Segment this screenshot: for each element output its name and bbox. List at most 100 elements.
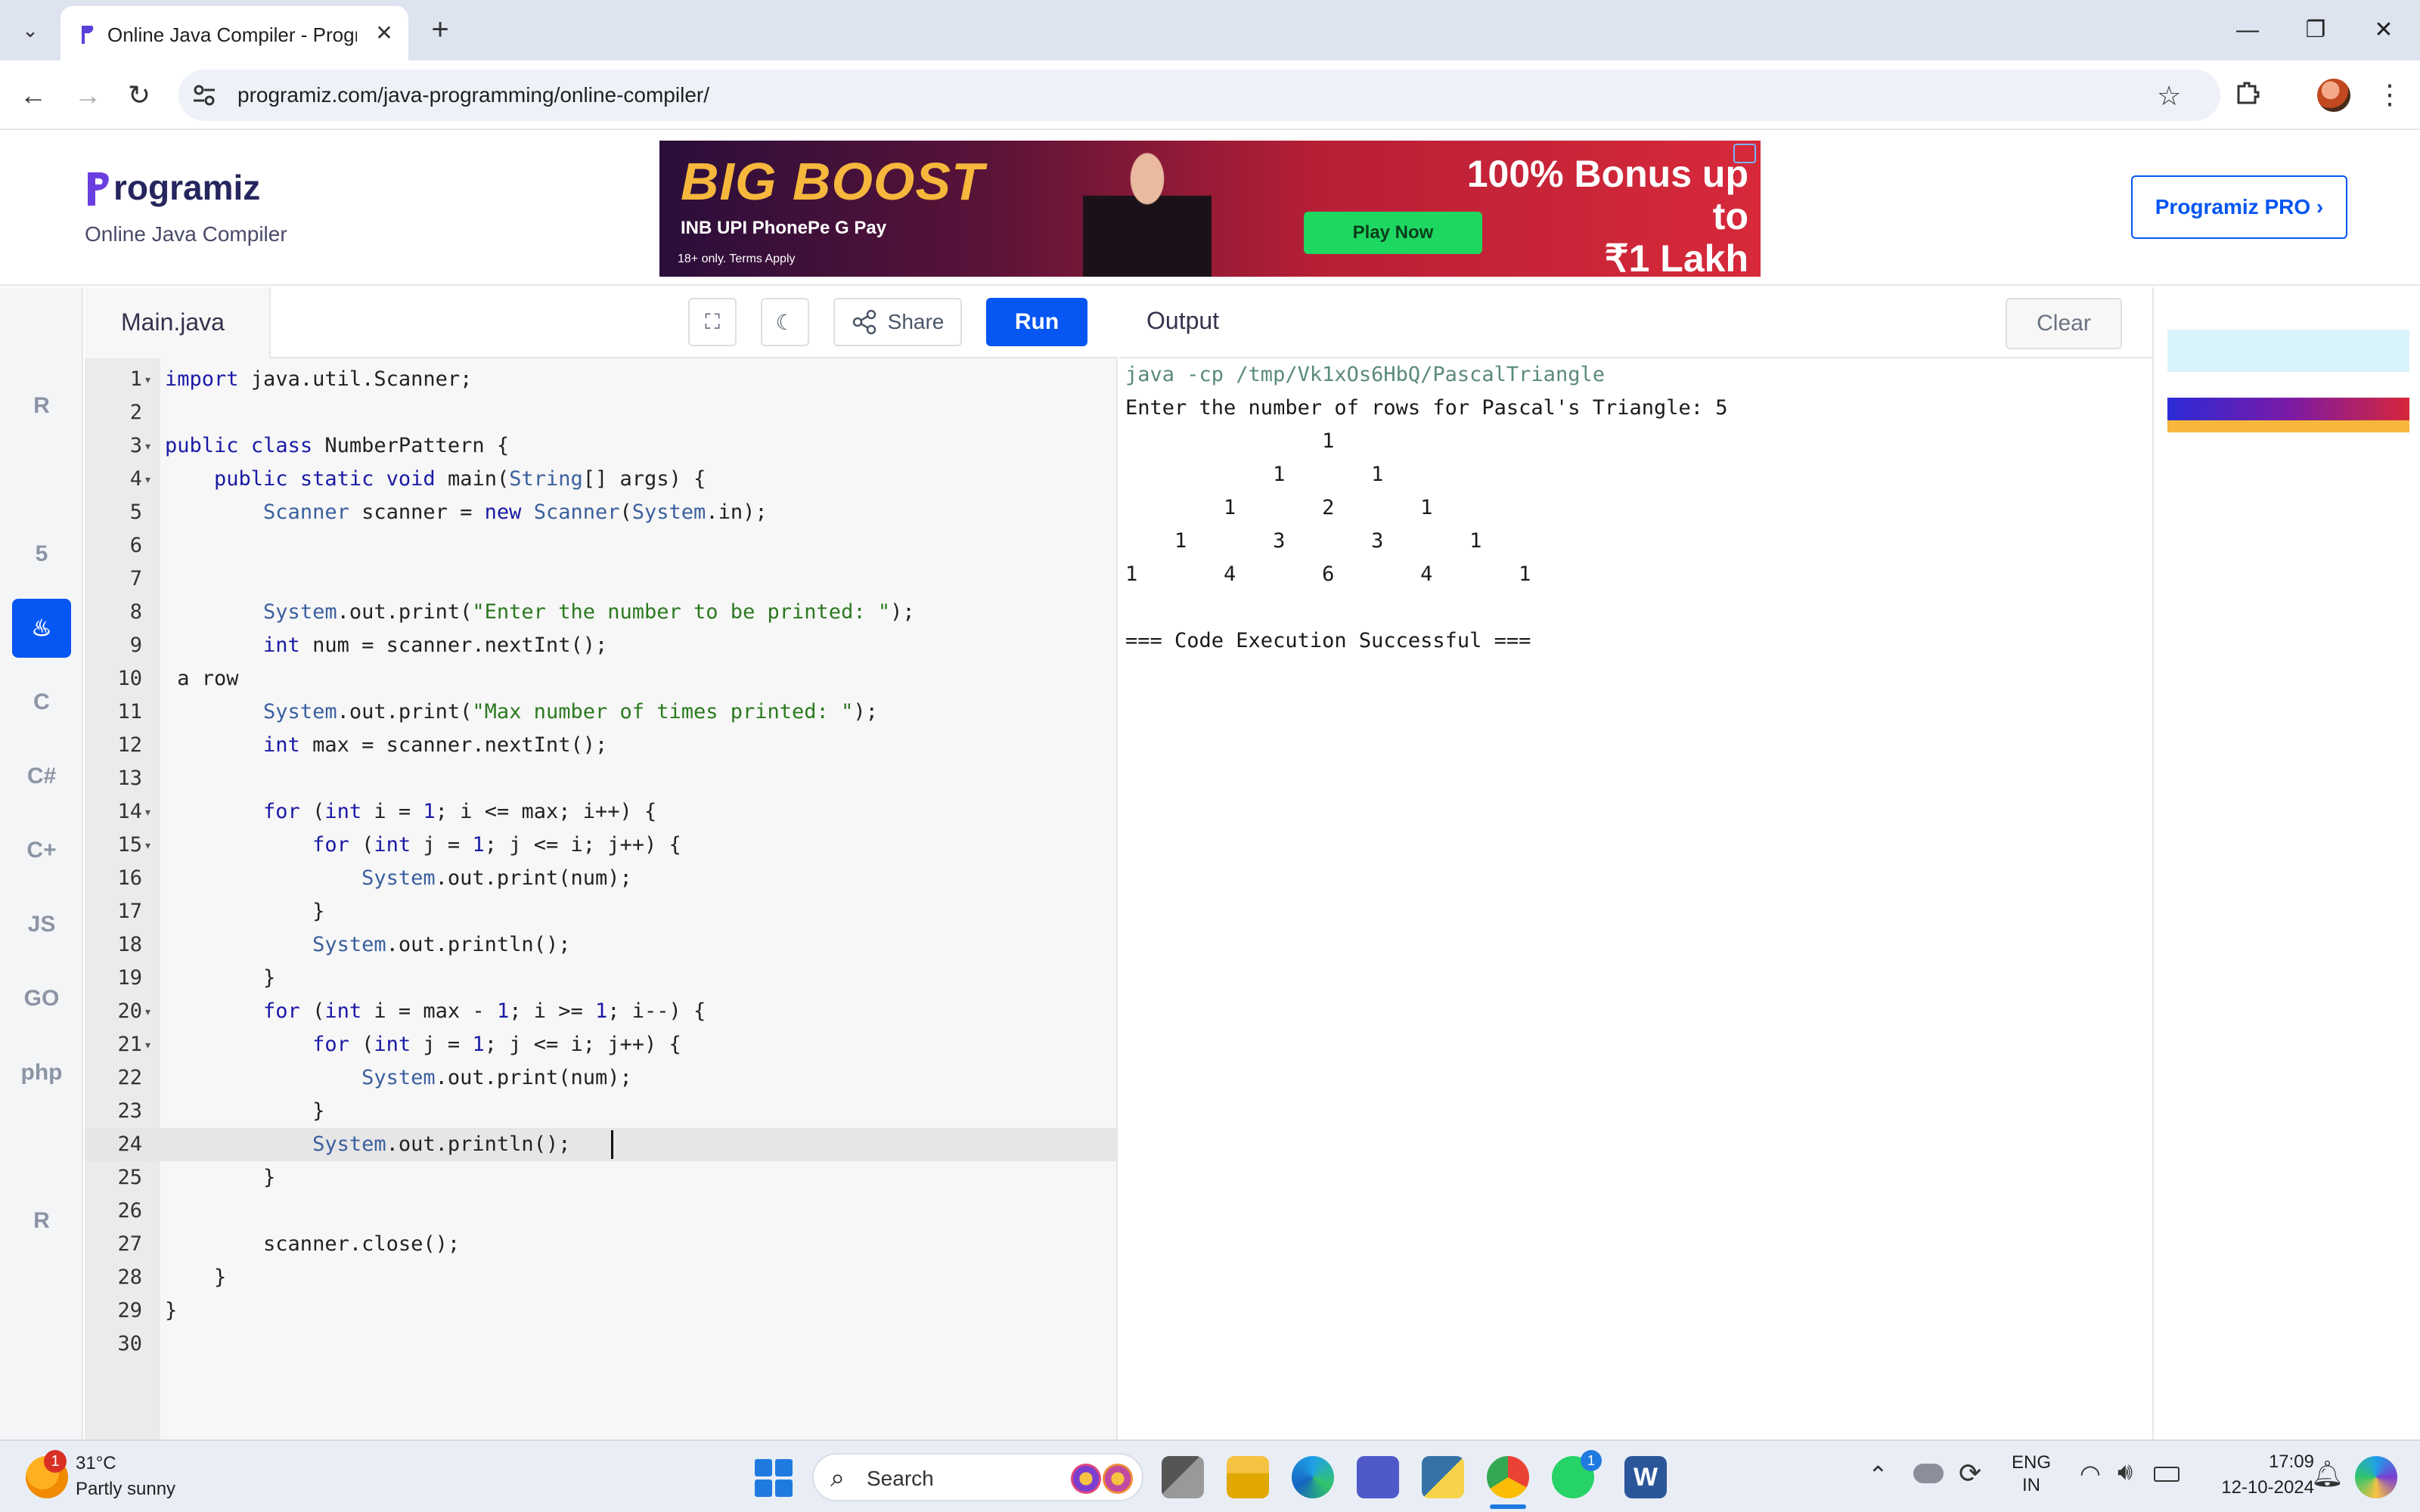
- input-language[interactable]: ENG IN: [2012, 1452, 2051, 1497]
- line-number: 21: [117, 1033, 142, 1056]
- search-highlight-icon: [1103, 1464, 1133, 1494]
- language-c-icon[interactable]: C: [12, 673, 71, 732]
- edge-browser-icon[interactable]: [1292, 1456, 1334, 1498]
- code-line[interactable]: System.out.print("Enter the number to be…: [165, 596, 915, 629]
- code-line[interactable]: for (int j = 1; j <= i; j++) {: [165, 1028, 681, 1061]
- code-line[interactable]: public class NumberPattern {: [165, 429, 509, 463]
- code-line[interactable]: int num = scanner.nextInt();: [165, 629, 607, 662]
- programiz-pro-button[interactable]: Programiz PRO ›: [2131, 175, 2347, 239]
- notification-bell-icon[interactable]: 🔔︎: [2311, 1459, 2344, 1489]
- dark-mode-moon-icon[interactable]: ☾: [761, 298, 809, 346]
- code-line[interactable]: a row: [165, 662, 238, 696]
- fold-arrow-icon[interactable]: ▾: [145, 995, 150, 1028]
- code-line[interactable]: System.out.print(num);: [165, 1061, 632, 1095]
- clear-button[interactable]: Clear: [2006, 298, 2122, 349]
- code-line[interactable]: }: [165, 1161, 275, 1194]
- language-swift-icon[interactable]: [12, 1117, 71, 1176]
- windows-start-icon[interactable]: [755, 1459, 793, 1497]
- site-info-icon[interactable]: [191, 82, 218, 109]
- fold-arrow-icon[interactable]: ▾: [145, 795, 150, 829]
- minimize-button[interactable]: —: [2225, 12, 2270, 48]
- language-sql-icon[interactable]: [12, 451, 71, 510]
- extensions-puzzle-icon[interactable]: [2232, 79, 2263, 109]
- teams-icon[interactable]: [1357, 1456, 1399, 1498]
- code-line[interactable]: System.out.print(num);: [165, 862, 632, 895]
- code-line[interactable]: public static void main(String[] args) {: [165, 463, 706, 496]
- chrome-icon[interactable]: [1487, 1456, 1529, 1498]
- fold-arrow-icon[interactable]: ▾: [145, 829, 150, 862]
- line-number: 5: [129, 500, 142, 524]
- bookmark-star-icon[interactable]: ☆: [2157, 80, 2181, 112]
- back-arrow-icon[interactable]: ←: [15, 77, 51, 113]
- language-r-icon[interactable]: R: [12, 376, 71, 435]
- browser-menu-icon[interactable]: ⋮: [2376, 77, 2403, 113]
- clock-time[interactable]: 17:09: [2201, 1452, 2314, 1473]
- tab-search-button[interactable]: ⌄: [14, 11, 47, 50]
- code-line[interactable]: for (int i = max - 1; i >= 1; i--) {: [165, 995, 706, 1028]
- fold-arrow-icon[interactable]: ▾: [145, 463, 150, 496]
- language-python-icon[interactable]: [12, 302, 71, 361]
- code-line[interactable]: }: [165, 1095, 324, 1128]
- programiz-logo[interactable]: rogramiz: [113, 166, 260, 209]
- programiz-logo-icon[interactable]: [85, 168, 113, 210]
- file-explorer-icon[interactable]: [1227, 1456, 1269, 1498]
- volume-icon[interactable]: 🔊︎: [2118, 1458, 2133, 1486]
- fold-arrow-icon[interactable]: ▾: [145, 363, 150, 396]
- code-line[interactable]: System.out.println();: [165, 1128, 570, 1161]
- close-window-button[interactable]: ✕: [2361, 12, 2406, 48]
- new-tab-button[interactable]: +: [424, 14, 457, 47]
- fullscreen-icon[interactable]: ⛶: [688, 298, 737, 346]
- ad-choices-icon[interactable]: [1733, 144, 1756, 163]
- tray-chevron-up-icon[interactable]: ⌃: [1868, 1461, 1888, 1489]
- language-javascript-icon[interactable]: JS: [12, 895, 71, 954]
- language-go-icon[interactable]: GO: [12, 969, 71, 1028]
- forward-arrow-icon[interactable]: →: [70, 77, 106, 113]
- language-html5-icon[interactable]: 5: [12, 525, 71, 584]
- reload-icon[interactable]: ↻: [121, 77, 157, 113]
- code-line[interactable]: for (int j = 1; j <= i; j++) {: [165, 829, 681, 862]
- share-button[interactable]: Share: [833, 298, 962, 346]
- code-line[interactable]: }: [165, 1261, 226, 1294]
- weather-temperature[interactable]: 31°C: [76, 1453, 116, 1474]
- code-line[interactable]: System.out.print("Max number of times pr…: [165, 696, 878, 729]
- code-line[interactable]: for (int i = 1; i <= max; i++) {: [165, 795, 656, 829]
- clock-date[interactable]: 12-10-2024: [2201, 1477, 2314, 1498]
- output-console[interactable]: java -cp /tmp/Vk1xOs6HbQ/PascalTriangle …: [1119, 358, 2154, 1439]
- task-view-icon[interactable]: [1162, 1456, 1204, 1498]
- code-line[interactable]: import java.util.Scanner;: [165, 363, 472, 396]
- profile-avatar[interactable]: [2317, 79, 2350, 112]
- code-line[interactable]: }: [165, 1294, 177, 1328]
- restore-button[interactable]: ❐: [2293, 12, 2338, 48]
- language-rust-icon[interactable]: R: [12, 1191, 71, 1250]
- fold-arrow-icon[interactable]: ▾: [145, 1028, 150, 1061]
- code-line[interactable]: }: [165, 962, 275, 995]
- battery-icon[interactable]: [2154, 1467, 2180, 1482]
- language-php-icon[interactable]: php: [12, 1043, 71, 1102]
- tab-close-icon[interactable]: ✕: [371, 20, 398, 47]
- code-line[interactable]: scanner.close();: [165, 1228, 460, 1261]
- weather-description[interactable]: Partly sunny: [76, 1479, 175, 1500]
- side-ad[interactable]: [2167, 299, 2409, 435]
- fold-arrow-icon[interactable]: ▾: [145, 429, 150, 463]
- onedrive-cloud-icon[interactable]: [1913, 1464, 1944, 1483]
- language-java-icon[interactable]: ♨: [12, 599, 71, 658]
- output-title: Output: [1146, 307, 1220, 334]
- language-csharp-icon[interactable]: C#: [12, 747, 71, 806]
- ad-banner[interactable]: BIG BOOST INB UPI PhonePe G Pay 18+ only…: [659, 141, 1761, 277]
- taskbar-search[interactable]: ⌕ Search: [812, 1453, 1143, 1501]
- wifi-icon[interactable]: ◠: [2080, 1459, 2101, 1488]
- python-icon[interactable]: [1422, 1456, 1464, 1498]
- code-line[interactable]: System.out.println();: [165, 928, 570, 962]
- browser-tab[interactable]: Online Java Compiler - Program ✕: [60, 6, 408, 60]
- language-cpp-icon[interactable]: C+: [12, 821, 71, 880]
- copilot-icon[interactable]: [2355, 1456, 2397, 1498]
- sync-icon[interactable]: ⟳: [1959, 1458, 1981, 1489]
- file-tab[interactable]: Main.java: [85, 287, 271, 358]
- code-line[interactable]: Scanner scanner = new Scanner(System.in)…: [165, 496, 768, 529]
- code-line[interactable]: }: [165, 895, 324, 928]
- run-button[interactable]: Run: [986, 298, 1087, 346]
- code-area[interactable]: 1 ▾ import java.util.Scanner; 2 3 ▾ public cla…: [85, 358, 1118, 1439]
- address-bar[interactable]: programiz.com/java-programming/online-co…: [178, 70, 2220, 121]
- word-icon[interactable]: W: [1624, 1456, 1667, 1498]
- code-line[interactable]: int max = scanner.nextInt();: [165, 729, 607, 762]
